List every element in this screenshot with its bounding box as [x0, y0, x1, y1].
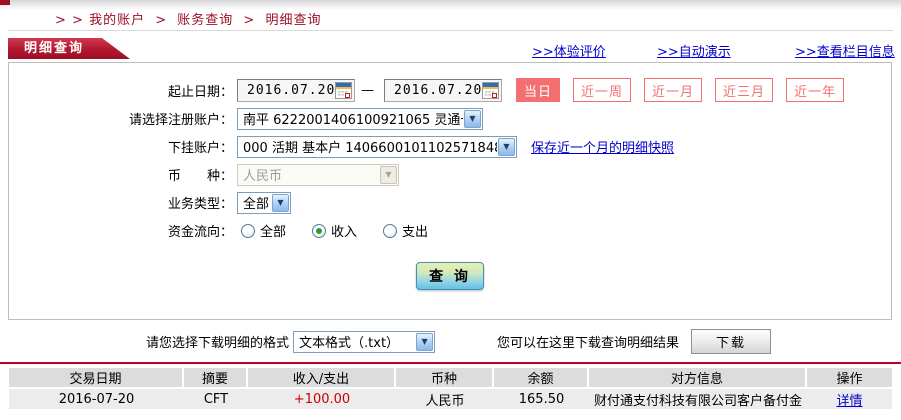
chevron-down-icon: ▼: [380, 165, 397, 184]
calendar-icon[interactable]: [482, 81, 499, 99]
fund-flow-option-all-label: 全部: [260, 225, 287, 240]
sub-account-row: 下挂账户： 000 活期 基本户 1406600101102571848 ▼ 保…: [9, 135, 891, 158]
chevron-down-icon: ▼: [416, 332, 434, 351]
fund-flow-label: 资金流向：: [167, 225, 233, 240]
table-row: 2016-07-20 CFT +100.00 人民币 165.50 财付通支付科…: [9, 389, 892, 409]
fund-flow-option-income[interactable]: 收入: [312, 221, 357, 240]
detail-link[interactable]: 详情: [836, 394, 862, 409]
breadcrumb-prefix: > >: [55, 13, 84, 28]
radio-unchecked-icon[interactable]: [383, 223, 398, 238]
cell-trade-date: 2016-07-20: [9, 389, 184, 409]
breadcrumb-separator: >: [243, 13, 256, 28]
query-button[interactable]: 查 询: [416, 262, 484, 290]
download-format-label: 请您选择下载明细的格式: [146, 336, 290, 351]
header-trade-date: 交易日期: [9, 368, 184, 389]
detail-table: 交易日期 摘要 收入/支出 币种 余额 对方信息 操作 2016-07-20 C…: [9, 368, 892, 409]
download-button[interactable]: 下载: [691, 329, 772, 354]
breadcrumb-item-detail-query[interactable]: 明细查询: [265, 13, 321, 28]
date-from-input[interactable]: [238, 82, 335, 98]
cell-balance: 165.50: [494, 389, 589, 409]
registered-account-select[interactable]: 南平 6222001406100921065 灵通卡 ▼: [237, 107, 483, 130]
quick-range-group: 当日 近一周 近一月 近三月 近一年: [516, 78, 857, 102]
date-to-input[interactable]: [385, 82, 482, 98]
header-summary: 摘要: [184, 368, 248, 389]
currency-row: 币 种： 人民币 ▼: [9, 163, 891, 186]
breadcrumb: > > 我的账户 > 账务查询 > 明细查询: [55, 9, 321, 28]
cell-income-expense: +100.00: [248, 389, 396, 409]
fund-flow-option-expense[interactable]: 支出: [383, 221, 428, 240]
corner-red-flag: [0, 0, 10, 5]
horizontal-divider: [8, 30, 893, 31]
quick-range-today-button[interactable]: 当日: [516, 78, 561, 102]
header-balance: 余额: [494, 368, 589, 389]
header-counterparty: 对方信息: [589, 368, 807, 389]
header-currency: 币种: [396, 368, 494, 389]
chevron-down-icon: ▼: [272, 193, 289, 212]
cell-summary: CFT: [184, 389, 248, 409]
chevron-down-icon: ▼: [464, 109, 481, 128]
date-range-dash: —: [361, 82, 374, 98]
quick-range-week-button[interactable]: 近一周: [573, 78, 632, 102]
radio-checked-icon[interactable]: [312, 223, 327, 238]
sub-account-select[interactable]: 000 活期 基本户 1406600101102571848 ▼: [237, 135, 517, 158]
fund-flow-radio-group: 全部 收入 支出: [241, 221, 454, 240]
currency-label: 币 种：: [167, 169, 233, 184]
sub-account-value: 000 活期 基本户 1406600101102571848: [243, 141, 497, 156]
radio-unchecked-icon[interactable]: [241, 223, 255, 238]
quick-range-year-button[interactable]: 近一年: [786, 78, 845, 102]
download-hint-text: 您可以在这里下载查询明细结果: [497, 336, 680, 351]
quick-range-3months-button[interactable]: 近三月: [715, 78, 774, 102]
breadcrumb-separator: >: [155, 13, 168, 28]
date-to-field: [384, 78, 502, 102]
breadcrumb-item-account-query[interactable]: 账务查询: [177, 13, 233, 28]
date-range-row: 起止日期： —: [9, 78, 891, 102]
registered-account-row: 请选择注册账户： 南平 6222001406100921065 灵通卡 ▼: [9, 107, 891, 130]
chevron-down-icon: ▼: [498, 137, 515, 156]
business-type-label: 业务类型：: [167, 197, 233, 212]
link-auto-demo[interactable]: >>自动演示: [657, 41, 731, 60]
table-header-row: 交易日期 摘要 收入/支出 币种 余额 对方信息 操作: [9, 368, 892, 389]
business-type-row: 业务类型： 全部 ▼: [9, 191, 891, 214]
fund-flow-row: 资金流向： 全部 收入 支出: [9, 219, 891, 242]
currency-value: 人民币: [243, 169, 283, 184]
date-from-field: [237, 78, 355, 102]
tab-detail-query[interactable]: 明细查询: [8, 38, 130, 59]
business-type-value: 全部: [243, 197, 270, 212]
currency-select-disabled: 人民币 ▼: [237, 163, 399, 186]
query-form-panel: 起止日期： —: [8, 62, 892, 320]
date-range-label: 起止日期：: [167, 84, 233, 100]
breadcrumb-item-my-account[interactable]: 我的账户: [89, 13, 145, 28]
download-row: 请您选择下载明细的格式 文本格式（.txt） ▼ 您可以在这里下载查询明细结果 …: [0, 329, 901, 354]
business-type-select[interactable]: 全部 ▼: [237, 191, 291, 214]
registered-account-label: 请选择注册账户：: [128, 113, 233, 128]
cell-counterparty: 财付通支付科技有限公司客户备付金: [589, 389, 807, 409]
cell-currency: 人民币: [396, 389, 494, 409]
header-income-expense: 收入/支出: [248, 368, 396, 389]
red-divider: [0, 362, 901, 364]
header-operation: 操作: [807, 368, 892, 389]
download-format-value: 文本格式（.txt）: [299, 336, 400, 351]
sub-account-label: 下挂账户：: [167, 141, 233, 156]
quick-range-month-button[interactable]: 近一月: [644, 78, 703, 102]
save-snapshot-link[interactable]: 保存近一个月的明细快照: [531, 137, 674, 156]
fund-flow-option-income-label: 收入: [331, 225, 358, 240]
detail-query-page: > > 我的账户 > 账务查询 > 明细查询 明细查询 >>体验评价 >>自动演…: [0, 0, 901, 420]
fund-flow-option-expense-label: 支出: [402, 225, 429, 240]
calendar-icon[interactable]: [335, 81, 352, 99]
fund-flow-option-all[interactable]: 全部: [241, 221, 286, 240]
link-view-column-info[interactable]: >>查看栏目信息: [795, 41, 895, 60]
download-format-select[interactable]: 文本格式（.txt） ▼: [293, 330, 436, 353]
link-experience-rating[interactable]: >>体验评价: [532, 41, 606, 60]
registered-account-value: 南平 6222001406100921065 灵通卡: [243, 113, 463, 128]
